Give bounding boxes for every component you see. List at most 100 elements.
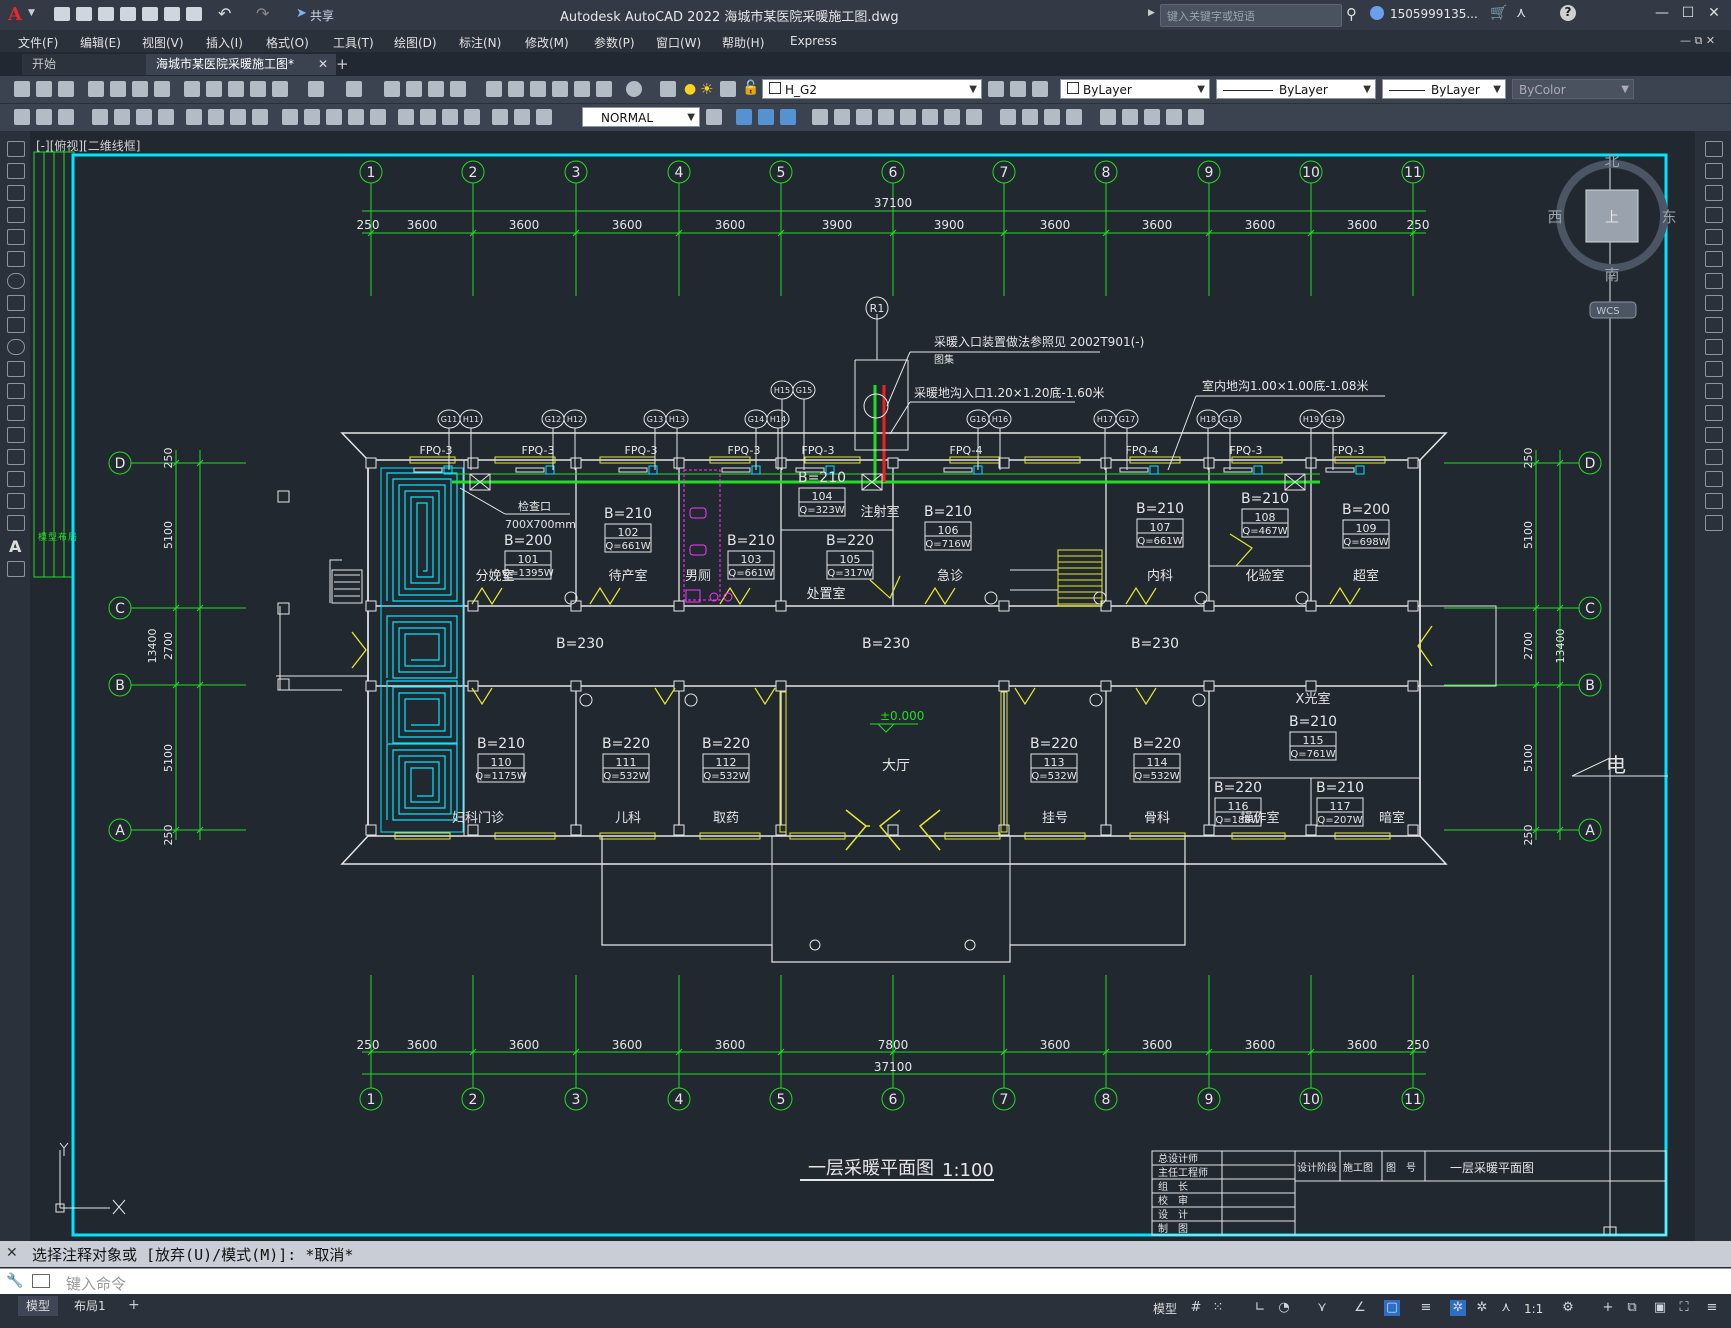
tool-b-icon[interactable] — [36, 109, 52, 125]
jogged-linear-icon[interactable] — [464, 109, 480, 125]
chamfer-icon[interactable] — [1705, 449, 1723, 465]
layer-unlock-icon[interactable]: 🔓 — [742, 80, 759, 96]
isodraft-icon[interactable]: ⋎ — [1314, 1300, 1330, 1316]
move-icon[interactable] — [1705, 251, 1723, 267]
explode-icon[interactable] — [1705, 515, 1723, 531]
new-file-icon[interactable] — [54, 7, 70, 21]
menu-draw[interactable]: 绘图(D) — [394, 34, 437, 51]
scale-icon[interactable] — [1705, 295, 1723, 311]
grid-icon[interactable]: # — [1188, 1300, 1204, 1316]
layer-state-icon[interactable] — [1032, 81, 1048, 97]
match-properties-icon[interactable] — [250, 81, 266, 97]
share-button[interactable]: 共享 — [310, 7, 334, 24]
continue-dim-icon[interactable] — [326, 109, 342, 125]
minimize-button[interactable]: — — [1652, 5, 1672, 23]
menu-help[interactable]: 帮助(H) — [722, 34, 764, 51]
region-icon[interactable] — [7, 493, 25, 509]
tool-d-icon[interactable] — [812, 109, 828, 125]
tool-t-icon[interactable] — [1188, 109, 1204, 125]
zoom-realtime-icon[interactable] — [406, 81, 422, 97]
maximize-button[interactable]: ☐ — [1678, 5, 1698, 23]
rotate-icon[interactable] — [1705, 273, 1723, 289]
search-input[interactable]: 键入关键字或短语 — [1160, 4, 1342, 27]
hatch-icon[interactable] — [7, 449, 25, 465]
dim-space-icon[interactable] — [348, 109, 364, 125]
hardware-accel-icon[interactable]: ▣ — [1652, 1300, 1668, 1316]
stretch-icon[interactable] — [1705, 317, 1723, 333]
search-icon[interactable]: ⚲ — [1346, 5, 1357, 23]
open-web-icon[interactable] — [142, 7, 158, 21]
customize-icon[interactable]: ≡ — [1704, 1300, 1720, 1316]
user-icon[interactable] — [1370, 6, 1384, 20]
undo-toolbar-icon[interactable] — [308, 81, 324, 97]
quick-dim-icon[interactable] — [282, 109, 298, 125]
snap-icon[interactable]: ⁙ — [1210, 1300, 1226, 1316]
publish-icon[interactable] — [132, 81, 148, 97]
fillet-icon[interactable] — [1705, 471, 1723, 487]
calculator-icon[interactable] — [596, 81, 612, 97]
doc-window-controls[interactable]: — ⧉ ✕ — [1680, 34, 1715, 48]
ortho-icon[interactable]: ∟ — [1252, 1300, 1268, 1316]
menu-tools[interactable]: 工具(T) — [333, 34, 374, 51]
tool-c-icon[interactable] — [58, 109, 74, 125]
3d-print-icon[interactable] — [154, 81, 170, 97]
markup-icon[interactable] — [574, 81, 590, 97]
redo-toolbar-icon[interactable] — [346, 81, 362, 97]
construction-line-icon[interactable] — [7, 163, 25, 179]
tool-k-icon[interactable] — [966, 109, 982, 125]
tool-a-icon[interactable] — [14, 109, 30, 125]
user-account[interactable]: 1505999135... — [1390, 7, 1478, 21]
preview-icon[interactable] — [110, 81, 126, 97]
lineweight-dropdown[interactable]: ByLayer ▼ — [1382, 79, 1506, 99]
object-snap-icon[interactable]: ▢ — [1384, 1300, 1400, 1316]
print-icon[interactable] — [88, 81, 104, 97]
baseline-dim-icon[interactable] — [304, 109, 320, 125]
annotation-scale-icon[interactable]: ⋏ — [1498, 1300, 1514, 1316]
scale-display[interactable]: 1:1 — [1524, 1302, 1543, 1316]
layer-previous-icon[interactable] — [1010, 81, 1026, 97]
dim-text-edit-icon[interactable] — [514, 109, 530, 125]
tool-g-icon[interactable] — [878, 109, 894, 125]
polar-icon[interactable]: ◔ — [1276, 1300, 1292, 1316]
plus-icon[interactable]: + — [1600, 1300, 1616, 1316]
join-icon[interactable] — [1705, 427, 1723, 443]
spline-icon[interactable] — [7, 317, 25, 333]
layer-dropdown[interactable]: H_G2 ▼ — [762, 79, 982, 99]
menu-format[interactable]: 格式(O) — [266, 34, 309, 51]
menu-view[interactable]: 视图(V) — [142, 34, 184, 51]
erase-icon[interactable] — [1705, 141, 1723, 157]
linear-dim-icon[interactable] — [92, 109, 108, 125]
cut-icon[interactable] — [184, 81, 200, 97]
tool-p-icon[interactable] — [1100, 109, 1116, 125]
menu-parametric[interactable]: 参数(P) — [594, 34, 635, 51]
share-icon[interactable]: ➤ — [296, 6, 307, 21]
chevron-right-icon[interactable]: ▶ — [1148, 8, 1155, 18]
command-prompt-icon[interactable] — [32, 1274, 50, 1288]
cart-icon[interactable]: 🛒 — [1490, 5, 1507, 21]
menu-edit[interactable]: 编辑(E) — [80, 34, 121, 51]
tool-o-icon[interactable] — [1066, 109, 1082, 125]
polyline-icon[interactable] — [7, 185, 25, 201]
gear-icon[interactable]: ⚙ — [1560, 1300, 1576, 1316]
make-block-icon[interactable] — [7, 405, 25, 421]
tool-j-icon[interactable] — [944, 109, 960, 125]
command-input[interactable]: 键入命令 — [66, 1273, 126, 1294]
save-web-icon[interactable] — [164, 7, 180, 21]
trim-icon[interactable] — [1705, 339, 1723, 355]
dim-break-icon[interactable] — [370, 109, 386, 125]
break-point-icon[interactable] — [1705, 383, 1723, 399]
copy-icon[interactable] — [206, 81, 222, 97]
wrench-icon[interactable]: 🔧 — [6, 1273, 23, 1289]
close-tab-icon[interactable]: ✕ — [318, 54, 328, 75]
paste-icon[interactable] — [228, 81, 244, 97]
command-line[interactable]: 🔧 键入命令 — [0, 1268, 1731, 1294]
tool-q-icon[interactable] — [1122, 109, 1138, 125]
layer-on-icon[interactable]: ● — [684, 81, 696, 97]
tool-e-icon[interactable] — [834, 109, 850, 125]
jogged-dim-icon[interactable] — [208, 109, 224, 125]
linetype-dropdown[interactable]: ByLayer ▼ — [1216, 79, 1376, 99]
plot-icon[interactable] — [186, 7, 202, 21]
tab-drawing[interactable]: 海城市某医院采暖施工图* ✕ — [146, 54, 336, 75]
viewport-controls[interactable]: [-][俯视][二维线框] — [36, 137, 140, 154]
tool-f-icon[interactable] — [856, 109, 872, 125]
